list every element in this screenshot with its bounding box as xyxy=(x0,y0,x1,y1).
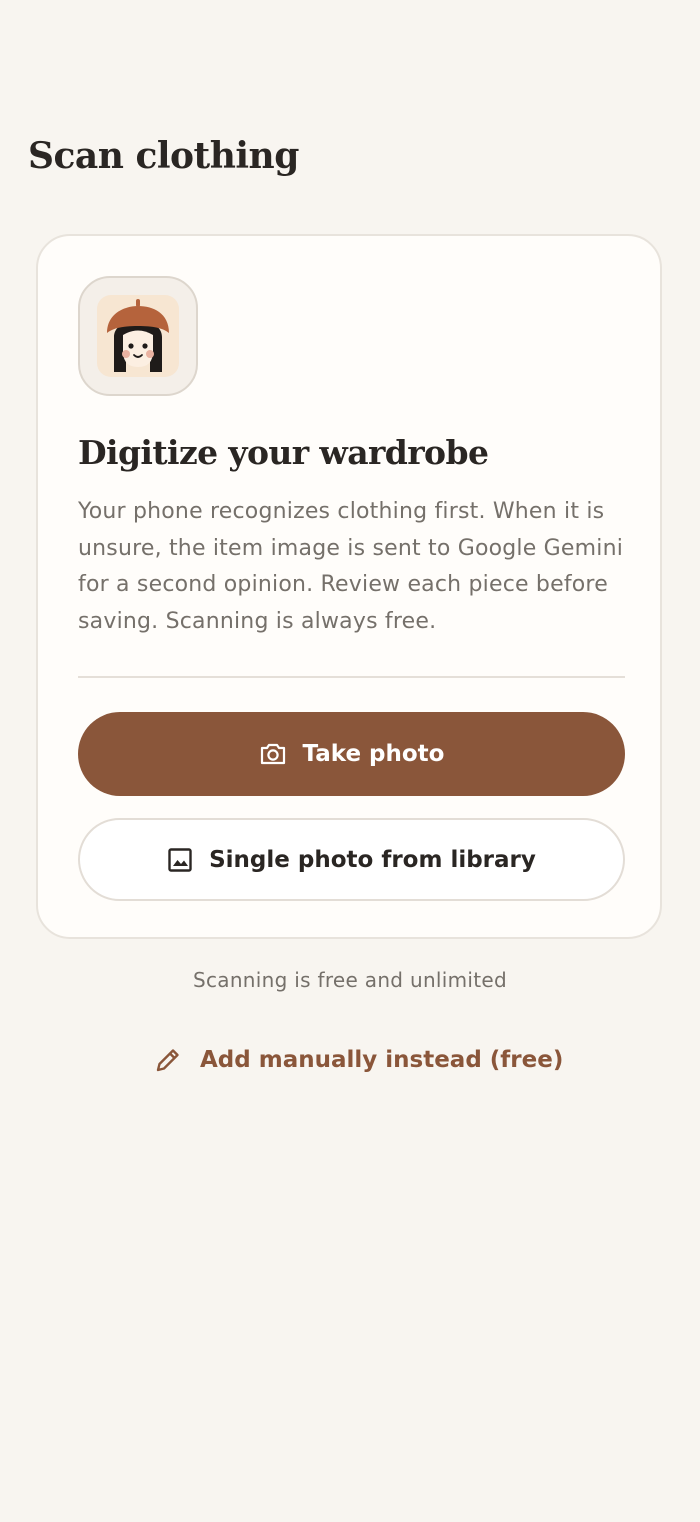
library-photo-button[interactable]: Single photo from library xyxy=(78,818,625,901)
card-description: Your phone recognizes clothing first. Wh… xyxy=(78,499,624,635)
image-icon xyxy=(167,847,193,873)
camera-icon xyxy=(259,742,287,766)
library-photo-label: Single photo from library xyxy=(209,846,536,873)
free-scanning-note: Scanning is free and unlimited xyxy=(192,968,508,992)
page-title: Scan clothing xyxy=(28,135,299,177)
add-manually-link[interactable]: Add manually instead (free) xyxy=(154,1040,563,1080)
card-heading: Digitize your wardrobe xyxy=(78,433,489,472)
divider xyxy=(78,676,625,678)
beret-avatar-icon xyxy=(78,276,198,396)
add-manually-label: Add manually instead (free) xyxy=(200,1047,564,1073)
take-photo-button[interactable]: Take photo xyxy=(78,712,625,796)
take-photo-label: Take photo xyxy=(302,741,445,767)
pencil-icon xyxy=(154,1046,182,1074)
scan-card: Digitize your wardrobe Your phone recogn… xyxy=(36,234,662,939)
